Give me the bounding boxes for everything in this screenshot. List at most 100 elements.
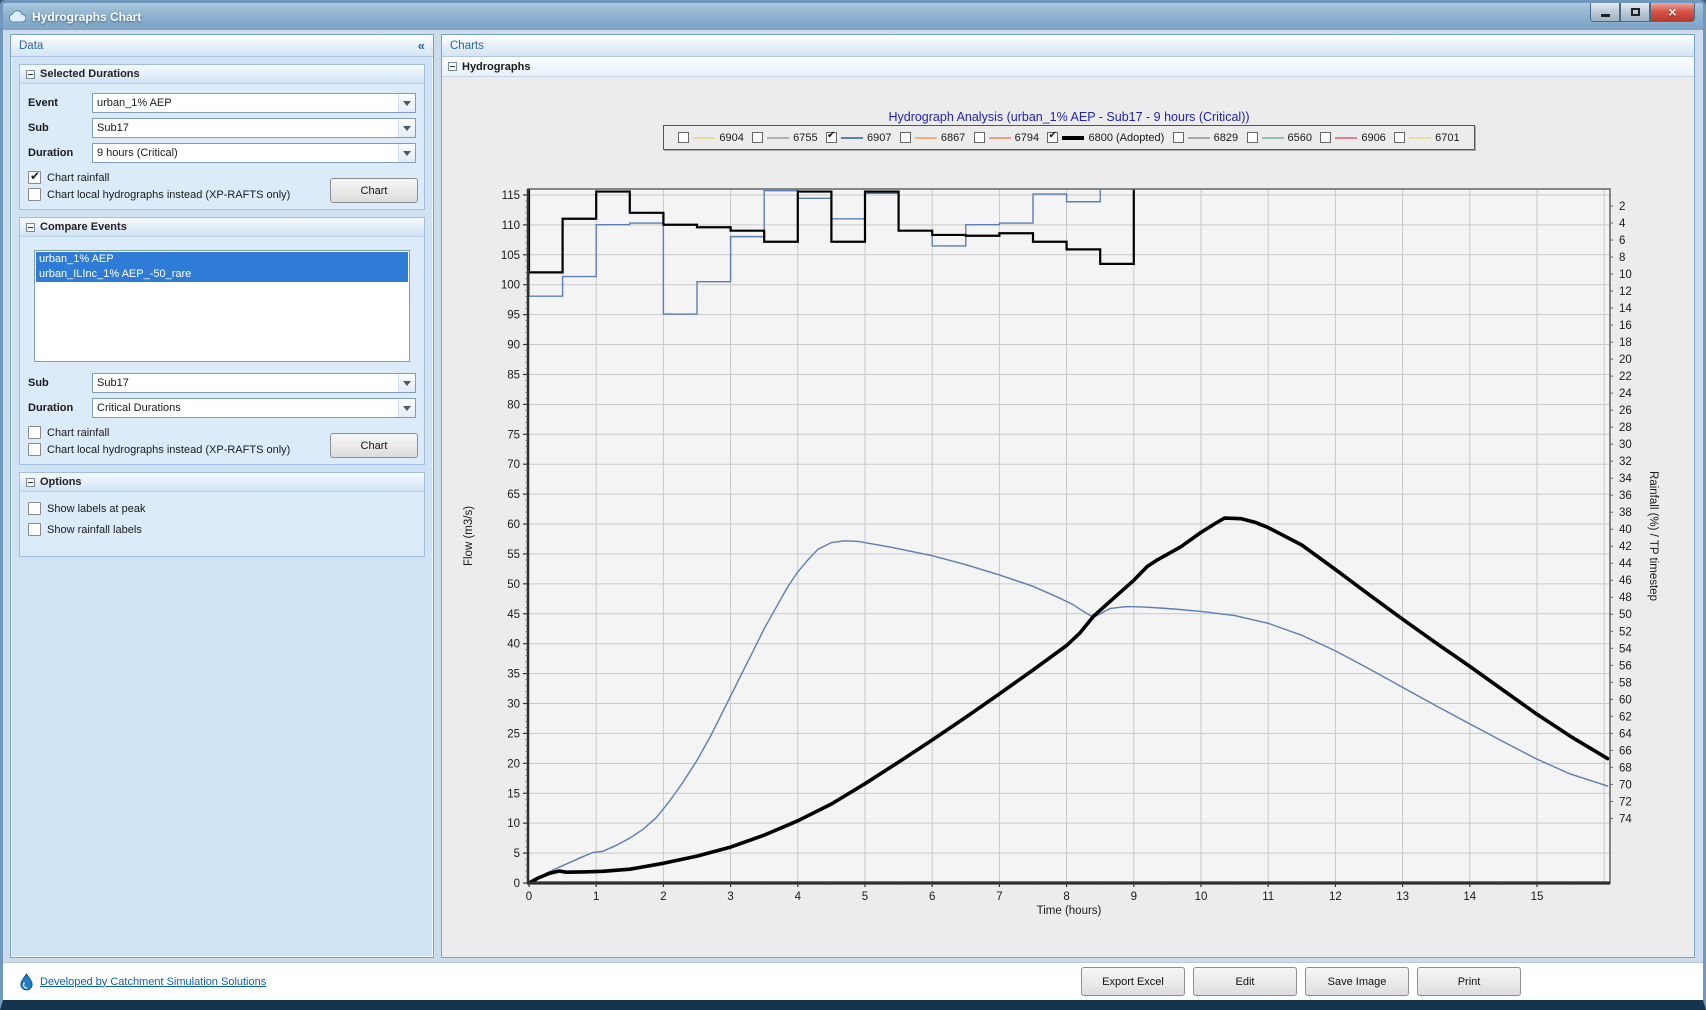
legend-label: 6906	[1361, 132, 1385, 144]
close-button[interactable]: ×	[1650, 3, 1695, 22]
edit-button[interactable]: Edit	[1193, 967, 1297, 996]
list-item[interactable]: urban_1% AEP	[36, 252, 408, 267]
checkbox-compare-chart-local[interactable]	[28, 443, 41, 456]
group-selected-durations: Selected Durations Event urban_1% AEP Su…	[19, 64, 425, 210]
legend-label: 6794	[1015, 132, 1039, 144]
svg-text:12: 12	[1619, 286, 1632, 298]
chevron-down-icon[interactable]	[398, 399, 415, 417]
chart-button-selected[interactable]: Chart	[330, 178, 418, 203]
chevron-down-icon[interactable]	[398, 144, 415, 162]
chart-rainfall-label: Chart rainfall	[47, 172, 109, 184]
compare-duration-combo-value: Critical Durations	[93, 402, 398, 414]
compare-duration-row: Duration Critical Durations	[28, 395, 416, 420]
list-item[interactable]: urban_ILInc_1% AEP_-50_rare	[36, 267, 408, 282]
legend-checkbox[interactable]	[900, 132, 911, 143]
legend-entry: 6560	[1247, 132, 1312, 144]
svg-text:2: 2	[660, 891, 666, 903]
legend-checkbox[interactable]	[1247, 132, 1258, 143]
sub-combo[interactable]: Sub17	[92, 118, 416, 138]
checkbox-show-labels-at-peak[interactable]	[28, 502, 41, 515]
data-panel-title: Data	[19, 40, 43, 52]
legend-checkbox[interactable]	[974, 132, 985, 143]
collapse-group-icon[interactable]	[448, 62, 457, 71]
legend-checkbox[interactable]	[1394, 132, 1405, 143]
svg-text:62: 62	[1619, 711, 1632, 723]
y-axis-right-title: Rainfall (%) / TP timestep	[1647, 471, 1659, 601]
svg-text:14: 14	[1463, 891, 1476, 903]
legend-entry: 6829	[1173, 132, 1238, 144]
svg-text:6: 6	[929, 891, 935, 903]
chevron-down-icon[interactable]	[398, 94, 415, 112]
duration-combo[interactable]: 9 hours (Critical)	[92, 143, 416, 163]
svg-text:54: 54	[1619, 643, 1632, 655]
svg-text:8: 8	[1063, 891, 1069, 903]
checkbox-show-rainfall-labels[interactable]	[28, 523, 41, 536]
print-button[interactable]: Print	[1417, 967, 1521, 996]
legend-checkbox[interactable]	[1173, 132, 1184, 143]
svg-text:15: 15	[1531, 891, 1544, 903]
chevron-down-icon[interactable]	[398, 374, 415, 392]
svg-text:70: 70	[1619, 779, 1632, 791]
legend-line-swatch	[1262, 137, 1284, 139]
legend-entry: 6867	[900, 132, 965, 144]
chevron-down-icon[interactable]	[398, 119, 415, 137]
legend-entry: 6794	[974, 132, 1039, 144]
svg-text:24: 24	[1619, 388, 1632, 400]
svg-text:70: 70	[507, 459, 520, 471]
svg-text:60: 60	[507, 519, 520, 531]
collapse-panel-button[interactable]: «	[418, 38, 425, 53]
group-selected-durations-header[interactable]: Selected Durations	[20, 65, 424, 84]
svg-text:5: 5	[862, 891, 868, 903]
save-image-button[interactable]: Save Image	[1305, 967, 1409, 996]
charts-panel: Charts Hydrographs Hydrograph Analysis (…	[441, 34, 1695, 958]
legend-checkbox[interactable]	[1320, 132, 1331, 143]
legend-line-swatch	[989, 137, 1011, 139]
minimize-button[interactable]	[1590, 3, 1620, 22]
legend-checkbox[interactable]	[752, 132, 763, 143]
svg-text:50: 50	[507, 579, 520, 591]
charts-panel-title: Charts	[450, 40, 484, 52]
collapse-group-icon[interactable]	[26, 70, 35, 79]
group-hydrographs-header[interactable]: Hydrographs	[442, 57, 1694, 77]
group-compare-events-header[interactable]: Compare Events	[20, 218, 424, 237]
svg-text:52: 52	[1619, 626, 1632, 638]
checkbox-compare-chart-rainfall[interactable]	[28, 426, 41, 439]
developer-link[interactable]: Developed by Catchment Simulation Soluti…	[40, 976, 266, 988]
legend-checkbox[interactable]	[826, 132, 837, 143]
group-options-header[interactable]: Options	[20, 473, 424, 492]
legend-entry: 6906	[1320, 132, 1385, 144]
svg-text:60: 60	[1619, 694, 1632, 706]
legend-checkbox[interactable]	[1047, 132, 1058, 143]
cloud-icon	[9, 10, 26, 23]
legend-label: 6907	[867, 132, 891, 144]
checkbox-chart-rainfall[interactable]	[28, 171, 41, 184]
checkbox-chart-local-hydrographs[interactable]	[28, 188, 41, 201]
svg-text:36: 36	[1619, 490, 1632, 502]
collapse-group-icon[interactable]	[26, 223, 35, 232]
export-excel-button[interactable]: Export Excel	[1081, 967, 1185, 996]
legend-checkbox[interactable]	[678, 132, 689, 143]
collapse-group-icon[interactable]	[26, 478, 35, 487]
compare-duration-combo[interactable]: Critical Durations	[92, 398, 416, 418]
legend-line-swatch	[841, 137, 863, 139]
close-icon: ×	[1668, 5, 1676, 19]
y-axis-left: 0510152025303540455055606570758085909510…	[501, 190, 528, 890]
svg-text:14: 14	[1619, 303, 1632, 315]
restore-button[interactable]	[1620, 3, 1650, 22]
compare-sub-combo[interactable]: Sub17	[92, 373, 416, 393]
minimize-icon	[1601, 14, 1610, 17]
restore-icon	[1631, 8, 1640, 16]
legend-label: 6867	[941, 132, 965, 144]
compare-sub-row: Sub Sub17	[28, 370, 416, 395]
svg-text:20: 20	[507, 758, 520, 770]
compare-sub-label: Sub	[28, 377, 92, 389]
compare-events-listbox[interactable]: urban_1% AEP urban_ILInc_1% AEP_-50_rare	[34, 250, 410, 362]
svg-text:58: 58	[1619, 677, 1632, 689]
chart-button-compare[interactable]: Chart	[330, 433, 418, 458]
event-combo[interactable]: urban_1% AEP	[92, 93, 416, 113]
sub-row: Sub Sub17	[28, 115, 416, 140]
titlebar[interactable]: Hydrographs Chart ×	[3, 3, 1703, 30]
svg-text:32: 32	[1619, 456, 1632, 468]
svg-text:72: 72	[1619, 796, 1632, 808]
data-panel-header: Data «	[11, 35, 433, 57]
